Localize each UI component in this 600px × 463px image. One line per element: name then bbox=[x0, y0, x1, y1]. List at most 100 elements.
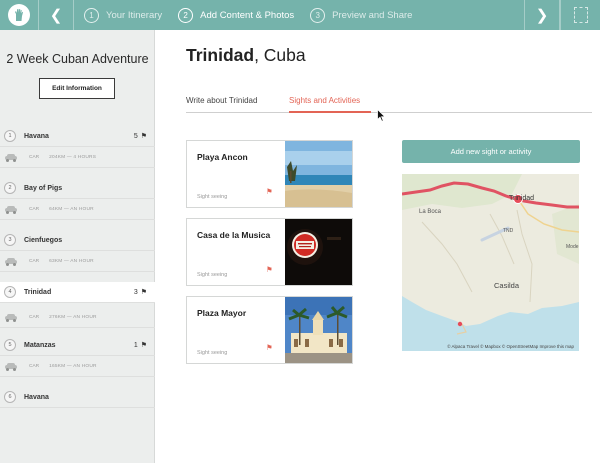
page-title: Trinidad, Cuba bbox=[186, 45, 306, 66]
map-label-mode: Mode bbox=[566, 244, 579, 250]
next-step-button[interactable]: ❯ bbox=[524, 0, 560, 30]
travel-mode: CAR bbox=[29, 315, 40, 320]
sight-name: Casa de la Musica bbox=[197, 230, 271, 240]
tab-write-about[interactable]: Write about Trinidad bbox=[186, 96, 257, 105]
travel-segment: CAR 204KM — 4 HOURS bbox=[0, 148, 155, 168]
beach-photo bbox=[285, 141, 352, 207]
step-label: Add Content & Photos bbox=[200, 9, 295, 21]
destination-item-matanzas[interactable]: 5 Matanzas 1 ⚑ bbox=[0, 335, 155, 356]
card-text: Playa Ancon ⚑ Sight seeing bbox=[187, 141, 285, 207]
car-icon bbox=[5, 257, 17, 266]
menu-button[interactable] bbox=[560, 0, 600, 30]
destination-number: 1 bbox=[4, 130, 16, 142]
tabs-divider bbox=[186, 112, 592, 113]
flag-icon: ⚑ bbox=[140, 133, 147, 140]
travel-info: 165KM — AN HOUR bbox=[49, 364, 97, 369]
car-icon bbox=[5, 205, 17, 214]
travel-info: 276KM — AN HOUR bbox=[49, 315, 97, 320]
destination-item-cienfuegos[interactable]: 3 Cienfuegos bbox=[0, 230, 155, 251]
map-label-tnd: TND bbox=[503, 228, 514, 234]
travel-segment: CAR 276KM — AN HOUR bbox=[0, 308, 155, 328]
destination-name: Trinidad bbox=[24, 288, 52, 296]
travel-mode: CAR bbox=[29, 259, 40, 264]
step-add-content[interactable]: 2 Add Content & Photos bbox=[178, 7, 295, 23]
map-attribution[interactable]: © Alpaca Travel © Mapbox © OpenStreetMap… bbox=[402, 344, 579, 349]
sight-count: 3 bbox=[133, 288, 138, 296]
active-tab-indicator bbox=[289, 111, 371, 113]
destination-name: Bay of Pigs bbox=[24, 184, 63, 192]
sight-card-playa-ancon[interactable]: Playa Ancon ⚑ Sight seeing bbox=[186, 140, 353, 208]
step-number: 3 bbox=[310, 7, 326, 23]
sight-category: Sight seeing bbox=[197, 350, 228, 356]
destination-name: Matanzas bbox=[24, 341, 56, 349]
destination-name: Havana bbox=[24, 393, 49, 401]
flag-icon: ⚑ bbox=[140, 342, 147, 349]
map-view[interactable]: Trinidad La Boca TND Casilda Mode © Alpa… bbox=[402, 174, 579, 351]
travel-info: 204KM — 4 HOURS bbox=[49, 155, 97, 160]
sight-count: 1 bbox=[133, 341, 138, 349]
sight-category: Sight seeing bbox=[197, 272, 228, 278]
destination-item-havana-return[interactable]: 6 Havana bbox=[0, 387, 155, 408]
edit-information-button[interactable]: Edit Information bbox=[39, 78, 115, 99]
menu-icon bbox=[573, 7, 588, 23]
plaza-photo bbox=[285, 297, 352, 363]
destination-item-havana[interactable]: 1 Havana 5 ⚑ bbox=[0, 126, 155, 147]
destination-number: 5 bbox=[4, 339, 16, 351]
flag-icon: ⚑ bbox=[266, 187, 273, 196]
flag-icon: ⚑ bbox=[140, 289, 147, 296]
travel-info: 64KM — AN HOUR bbox=[49, 207, 94, 212]
destination-name: Havana bbox=[24, 132, 49, 140]
sight-name: Plaza Mayor bbox=[197, 308, 247, 318]
tab-sights-activities[interactable]: Sights and Activities bbox=[289, 96, 360, 105]
step-preview-share[interactable]: 3 Preview and Share bbox=[310, 7, 413, 23]
havana-club-sign-photo bbox=[285, 219, 352, 285]
travel-segment: CAR 165KM — AN HOUR bbox=[0, 357, 155, 377]
destination-number: 6 bbox=[4, 391, 16, 403]
chevron-right-icon: ❯ bbox=[535, 7, 549, 24]
flag-icon: ⚑ bbox=[266, 265, 273, 274]
travel-mode: CAR bbox=[29, 155, 40, 160]
mouse-pointer-icon bbox=[377, 109, 386, 122]
logo[interactable] bbox=[0, 0, 38, 30]
step-number: 1 bbox=[84, 7, 99, 23]
travel-mode: CAR bbox=[29, 207, 40, 212]
map-label-trinidad: Trinidad bbox=[509, 195, 535, 202]
travel-info: 63KM — AN HOUR bbox=[49, 259, 94, 264]
page-title-city: Trinidad bbox=[186, 45, 255, 65]
destination-item-trinidad[interactable]: 4 Trinidad 3 ⚑ bbox=[0, 282, 155, 303]
sidebar: 2 Week Cuban Adventure Edit Information … bbox=[0, 30, 155, 463]
add-sight-button[interactable]: Add new sight or activity bbox=[402, 140, 580, 163]
sight-card-casa-de-la-musica[interactable]: Casa de la Musica ⚑ Sight seeing bbox=[186, 218, 353, 286]
sight-name: Playa Ancon bbox=[197, 152, 248, 162]
flag-icon: ⚑ bbox=[266, 343, 273, 352]
step-itinerary[interactable]: 1 Your Itinerary bbox=[84, 7, 163, 23]
destination-number: 3 bbox=[4, 234, 16, 246]
map-label-la-boca: La Boca bbox=[419, 209, 442, 215]
top-bar: ❮ 1 Your Itinerary 2 Add Content & Photo… bbox=[0, 0, 600, 30]
prev-step-button[interactable]: ❮ bbox=[38, 0, 74, 30]
map-canvas bbox=[402, 174, 579, 351]
sight-category: Sight seeing bbox=[197, 194, 228, 200]
step-indicator: 1 Your Itinerary 2 Add Content & Photos … bbox=[74, 7, 524, 23]
car-icon bbox=[5, 362, 17, 371]
destination-number: 2 bbox=[4, 182, 16, 194]
step-label: Preview and Share bbox=[332, 9, 413, 21]
sight-card-plaza-mayor[interactable]: Plaza Mayor ⚑ Sight seeing bbox=[186, 296, 353, 364]
travel-segment: CAR 64KM — AN HOUR bbox=[0, 200, 155, 220]
travel-mode: CAR bbox=[29, 364, 40, 369]
sight-count: 5 bbox=[133, 132, 138, 140]
destination-name: Cienfuegos bbox=[24, 236, 63, 244]
hand-icon bbox=[8, 4, 30, 26]
car-icon bbox=[5, 313, 17, 322]
map-label-casilda: Casilda bbox=[494, 281, 520, 290]
destination-item-bay-of-pigs[interactable]: 2 Bay of Pigs bbox=[0, 178, 155, 199]
destination-number: 4 bbox=[4, 286, 16, 298]
trip-title: 2 Week Cuban Adventure bbox=[6, 52, 149, 66]
step-label: Your Itinerary bbox=[106, 9, 163, 21]
card-text: Casa de la Musica ⚑ Sight seeing bbox=[187, 219, 285, 285]
page-title-country: , Cuba bbox=[254, 45, 306, 65]
car-icon bbox=[5, 153, 17, 162]
card-text: Plaza Mayor ⚑ Sight seeing bbox=[187, 297, 285, 363]
step-number: 2 bbox=[178, 7, 194, 23]
chevron-left-icon: ❮ bbox=[49, 7, 63, 24]
